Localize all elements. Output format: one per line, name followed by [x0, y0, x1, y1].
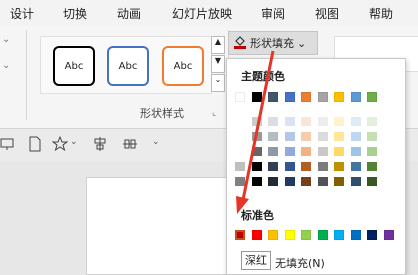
annotation-arrow-line — [241, 50, 275, 201]
annotation-arrow-head — [236, 196, 249, 214]
annotation-arrow — [236, 50, 275, 214]
